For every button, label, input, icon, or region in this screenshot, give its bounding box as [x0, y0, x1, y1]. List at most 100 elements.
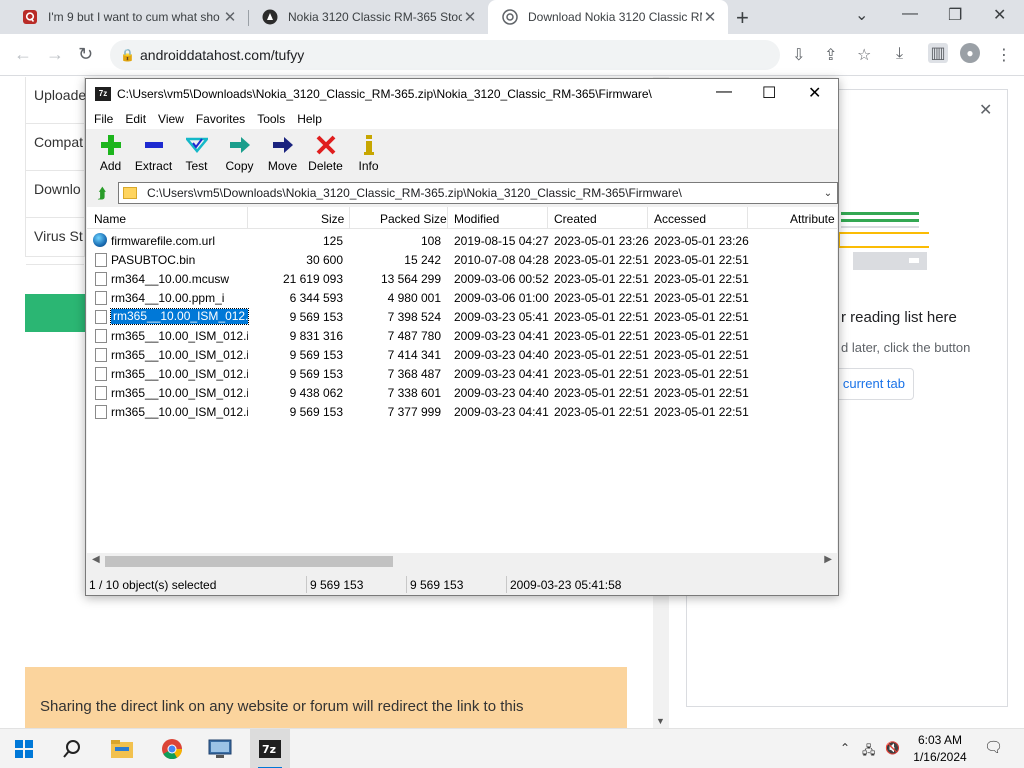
new-tab-button[interactable]: + [736, 5, 749, 31]
back-arrow-icon[interactable]: ← [14, 44, 32, 65]
chevron-down-icon[interactable]: ⌄ [819, 188, 837, 199]
table-row[interactable]: rm365__10.00_ISM_012.i... 9 569 153 7 414 … [87, 345, 837, 364]
path-combobox[interactable]: C:\Users\vm5\Downloads\Nokia_3120_Classi… [118, 182, 838, 204]
column-divider[interactable] [647, 207, 648, 229]
file-explorer-icon[interactable] [108, 735, 136, 763]
side-panel-icon[interactable]: ▥ [928, 43, 948, 63]
column-divider[interactable] [247, 207, 248, 229]
up-folder-icon[interactable]: ⮭ [86, 185, 118, 202]
7zip-titlebar[interactable]: 7z C:\Users\vm5\Downloads\Nokia_3120_Cla… [86, 79, 838, 109]
add-button[interactable]: Add [89, 129, 132, 179]
file-size: 9 438 062 [289, 386, 343, 400]
tab-close-icon[interactable]: ✕ [702, 8, 718, 26]
download-button[interactable] [25, 294, 87, 332]
copy-button[interactable]: Copy [218, 129, 261, 179]
move-button[interactable]: Move [261, 129, 304, 179]
tab-close-icon[interactable]: ✕ [222, 8, 238, 26]
file-size: 9 831 316 [289, 329, 343, 343]
scroll-down-arrow-icon[interactable]: ▼ [656, 716, 665, 726]
table-row[interactable]: rm364__10.00.ppm_i 6 344 593 4 980 001 2009… [87, 288, 837, 307]
column-accessed[interactable]: Accessed [654, 212, 706, 226]
minimize-icon[interactable]: — [902, 5, 918, 23]
delete-icon [316, 135, 335, 155]
status-modified: 2009-03-23 05:41:58 [510, 578, 622, 592]
menu-view[interactable]: View [152, 109, 190, 129]
address-bar[interactable]: 🔒 androiddatahost.com/tufyy [110, 40, 780, 70]
url-text: androiddatahost.com/tufyy [140, 47, 305, 63]
column-name[interactable]: Name [94, 212, 126, 226]
windows-start-icon[interactable] [10, 735, 38, 763]
forward-arrow-icon[interactable]: → [46, 44, 64, 65]
info-button[interactable]: Info [347, 129, 390, 179]
column-divider[interactable] [547, 207, 548, 229]
network-icon[interactable]: 🖧 [862, 741, 875, 762]
table-row[interactable]: rm365__10.00_ISM_012.i... 9 569 153 7 398 … [87, 307, 837, 326]
table-row[interactable]: firmwarefile.com.url 125 108 2019-08-15 04:… [87, 231, 837, 250]
install-app-icon[interactable]: ⇩ [792, 45, 805, 65]
7zip-maximize-icon[interactable]: ☐ [762, 83, 776, 103]
chrome-icon[interactable] [158, 735, 186, 763]
move-label: Move [267, 159, 298, 173]
test-button[interactable]: Test [175, 129, 218, 179]
menu-kebab-icon[interactable]: ⋮ [996, 45, 1012, 65]
extract-button[interactable]: Extract [132, 129, 175, 179]
column-modified[interactable]: Modified [454, 212, 499, 226]
file-modified: 2009-03-23 04:40 [454, 348, 549, 362]
file-created: 2023-05-01 22:51 [554, 253, 649, 267]
browser-tab-title: Nokia 3120 Classic RM-365 Stock [288, 10, 462, 24]
scroll-left-arrow-icon[interactable]: ◀ [92, 554, 100, 565]
column-attributes[interactable]: Attribute [790, 212, 835, 226]
browser-tab-2[interactable]: Nokia 3120 Classic RM-365 Stock ✕ [248, 0, 488, 34]
column-divider[interactable] [447, 207, 448, 229]
reload-icon[interactable]: ↻ [78, 44, 93, 65]
notifications-icon[interactable]: 🗨 [984, 738, 1003, 756]
horizontal-scrollbar[interactable]: ◀ ▶ [87, 553, 837, 570]
scrollbar-thumb[interactable] [105, 556, 393, 567]
menu-tools[interactable]: Tools [251, 109, 291, 129]
table-row[interactable]: rm364__10.00.mcusw 21 619 093 13 564 299 20… [87, 269, 837, 288]
table-row[interactable]: PASUBTOC.bin 30 600 15 242 2010-07-08 04:28… [87, 250, 837, 269]
downloads-icon[interactable]: ⤓ [896, 45, 903, 63]
close-window-icon[interactable]: ✕ [993, 5, 1006, 25]
table-row[interactable]: rm365__10.00_ISM_012.i... 9 569 153 7 368 … [87, 364, 837, 383]
volume-muted-icon[interactable]: 🔇 [885, 741, 900, 755]
profile-avatar-icon[interactable]: ● [960, 43, 980, 63]
7zip-close-icon[interactable]: ✕ [808, 83, 821, 103]
bookmark-star-icon[interactable]: ☆ [857, 45, 871, 65]
close-panel-icon[interactable]: ✕ [979, 100, 992, 120]
site-icon [502, 9, 518, 25]
delete-button[interactable]: Delete [304, 129, 347, 179]
7zip-taskbar-icon[interactable]: 7z [256, 735, 284, 763]
add-current-tab-button[interactable]: current tab [829, 368, 914, 400]
file-accessed: 2023-05-01 22:51 [654, 405, 749, 419]
table-row[interactable]: rm365__10.00_ISM_012.i... 9 569 153 7 377 … [87, 402, 837, 421]
menu-favorites[interactable]: Favorites [190, 109, 251, 129]
menu-file[interactable]: File [88, 109, 119, 129]
restore-icon[interactable]: ❐ [948, 5, 962, 25]
taskbar-clock[interactable]: 6:03 AM 1/16/2024 [905, 732, 975, 766]
browser-tab-1[interactable]: I'm 9 but I want to cum what sho ✕ [8, 0, 248, 34]
show-hidden-icons-chevron-icon[interactable]: ⌃ [840, 741, 850, 755]
column-divider[interactable] [747, 207, 748, 229]
file-name: rm365__10.00_ISM_012.i... [111, 329, 248, 343]
file-accessed: 2023-05-01 23:26 [654, 234, 749, 248]
search-icon[interactable] [58, 735, 86, 763]
remote-desktop-icon[interactable] [206, 735, 234, 763]
browser-tab-3-active[interactable]: Download Nokia 3120 Classic RM ✕ [488, 0, 728, 34]
tab-close-icon[interactable]: ✕ [462, 8, 478, 26]
share-icon[interactable]: ⇪ [824, 45, 837, 65]
tab-search-chevron-icon[interactable]: ⌄ [855, 5, 868, 25]
7zip-minimize-icon[interactable]: — [716, 83, 732, 101]
7zip-address-row: ⮭ C:\Users\vm5\Downloads\Nokia_3120_Clas… [86, 181, 838, 205]
menu-edit[interactable]: Edit [119, 109, 152, 129]
info-icon [363, 135, 374, 155]
table-row[interactable]: rm365__10.00_ISM_012.i... 9 831 316 7 487 … [87, 326, 837, 345]
table-row[interactable]: rm365__10.00_ISM_012.i... 9 438 062 7 338 … [87, 383, 837, 402]
column-size[interactable]: Size [321, 212, 344, 226]
column-divider[interactable] [349, 207, 350, 229]
scroll-right-arrow-icon[interactable]: ▶ [824, 554, 832, 565]
file-name: PASUBTOC.bin [111, 253, 196, 267]
column-packed-size[interactable]: Packed Size [380, 212, 447, 226]
menu-help[interactable]: Help [291, 109, 328, 129]
column-created[interactable]: Created [554, 212, 597, 226]
